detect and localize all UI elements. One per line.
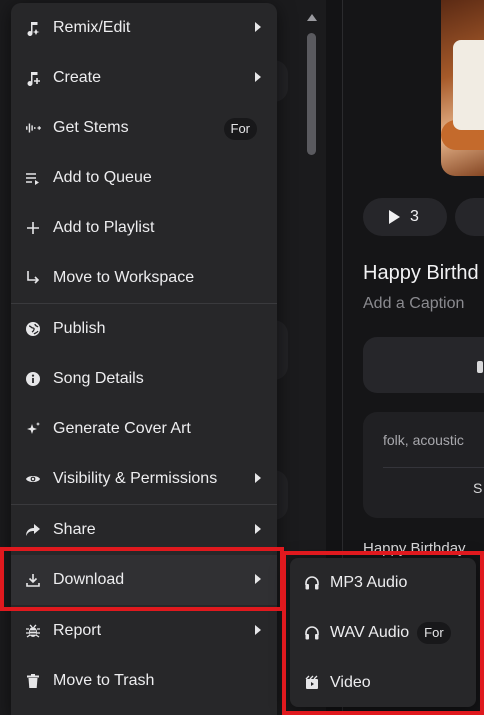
scroll-up-arrow-icon[interactable] (307, 14, 317, 21)
menu-item-move-to-workspace[interactable]: Move to Workspace (11, 253, 277, 303)
menu-item-report[interactable]: Report (11, 606, 277, 656)
menu-item-label: Report (53, 622, 102, 639)
eye-icon (25, 471, 41, 487)
menu-item-generate-cover-art[interactable]: Generate Cover Art (11, 404, 277, 454)
menu-item-label: Add to Playlist (53, 219, 155, 236)
sparkle-icon (25, 421, 41, 437)
caption-field[interactable]: Add a Caption (363, 295, 464, 313)
chevron-right-icon (255, 473, 261, 483)
menu-item-move-to-trash[interactable]: Move to Trash (11, 656, 277, 706)
menu-item-label: Move to Workspace (53, 269, 195, 286)
move-arrow-icon (25, 270, 41, 286)
menu-item-add-to-playlist[interactable]: Add to Playlist (11, 203, 277, 253)
menu-item-add-to-queue[interactable]: Add to Queue (11, 153, 277, 203)
menu-item-label: Visibility & Permissions (53, 470, 218, 487)
play-icon (389, 210, 400, 224)
menu-item-label: Publish (53, 320, 106, 337)
tags-card-label[interactable]: S (473, 480, 482, 496)
cover-art (441, 0, 484, 176)
menu-item-label: Share (53, 521, 96, 538)
menu-item-get-stems[interactable]: Get Stems For (11, 103, 277, 153)
menu-item-label: Remix/Edit (53, 19, 131, 36)
scrollbar-thumb[interactable] (307, 33, 316, 155)
action-button[interactable] (363, 337, 484, 393)
chevron-right-icon (255, 22, 261, 32)
play-button[interactable]: 3 (363, 198, 447, 236)
menu-item-label: Song Details (53, 370, 144, 387)
menu-item-remix-edit[interactable]: Remix/Edit (11, 3, 277, 53)
plus-icon (25, 220, 41, 236)
stems-icon (25, 120, 41, 136)
globe-icon (25, 321, 41, 337)
chevron-right-icon (255, 524, 261, 534)
highlight-box-submenu (282, 551, 484, 715)
share-icon (25, 522, 41, 538)
tags-card: folk, acoustic S (363, 412, 484, 518)
create-icon (25, 70, 41, 86)
menu-item-label: Move to Trash (53, 672, 155, 689)
tags-text: folk, acoustic (383, 432, 464, 448)
menu-item-visibility-permissions[interactable]: Visibility & Permissions (11, 454, 277, 504)
remix-icon (25, 20, 41, 36)
bug-icon (25, 623, 41, 639)
chevron-right-icon (255, 72, 261, 82)
trash-icon (25, 673, 41, 689)
like-button[interactable] (455, 198, 484, 236)
play-count: 3 (410, 208, 419, 225)
chevron-right-icon (255, 625, 261, 635)
menu-item-label: Add to Queue (53, 169, 152, 186)
menu-item-label: Get Stems (53, 119, 129, 136)
menu-item-song-details[interactable]: Song Details (11, 354, 277, 404)
menu-item-create[interactable]: Create (11, 53, 277, 103)
plan-badge: For (223, 118, 257, 140)
menu-item-label: Generate Cover Art (53, 420, 191, 437)
highlight-box-download (0, 547, 284, 611)
queue-icon (25, 170, 41, 186)
info-icon (25, 371, 41, 387)
menu-item-label: Create (53, 69, 102, 86)
menu-item-publish[interactable]: Publish (11, 304, 277, 354)
song-title: Happy Birthd (363, 262, 479, 284)
